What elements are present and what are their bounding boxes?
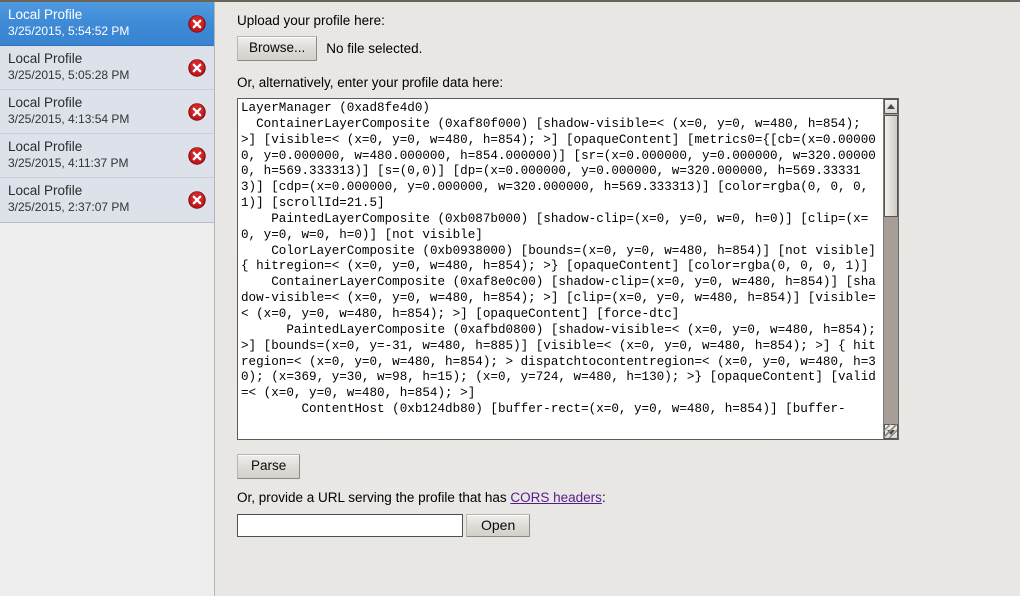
profile-sidebar: Local Profile 3/25/2015, 5:54:52 PM Local … xyxy=(0,2,215,596)
profile-title: Local Profile xyxy=(8,7,83,22)
profile-list-item[interactable]: Local Profile 3/25/2015, 4:13:54 PM xyxy=(0,90,214,134)
delete-profile-icon[interactable] xyxy=(188,58,206,77)
profile-title: Local Profile xyxy=(8,51,83,66)
parse-button[interactable]: Parse xyxy=(237,454,301,479)
profile-list-item[interactable]: Local Profile 3/25/2015, 5:54:52 PM xyxy=(0,2,214,46)
parse-row: Parse xyxy=(237,454,1020,479)
file-status-text: No file selected. xyxy=(326,41,423,56)
profile-date: 3/25/2015, 5:54:52 PM xyxy=(8,24,130,38)
scrollbar-thumb[interactable] xyxy=(884,115,898,217)
profile-list-item[interactable]: Local Profile 3/25/2015, 5:05:28 PM xyxy=(0,46,214,90)
profile-list-item[interactable]: Local Profile 3/25/2015, 4:11:37 PM xyxy=(0,134,214,178)
upload-label: Upload your profile here: xyxy=(237,13,385,28)
profile-textarea-wrapper xyxy=(237,98,899,440)
profile-date: 3/25/2015, 5:05:28 PM xyxy=(8,68,130,82)
profile-list-item[interactable]: Local Profile 3/25/2015, 2:37:07 PM xyxy=(0,178,214,222)
file-upload-row: Browse... No file selected. xyxy=(237,36,1020,61)
scrollbar-up-button[interactable] xyxy=(884,99,898,114)
profile-list: Local Profile 3/25/2015, 5:54:52 PM Local … xyxy=(0,2,214,223)
profile-title: Local Profile xyxy=(8,183,83,198)
profile-date: 3/25/2015, 4:13:54 PM xyxy=(8,112,130,126)
browse-button[interactable]: Browse... xyxy=(237,36,318,61)
textarea-label: Or, alternatively, enter your profile da… xyxy=(237,75,504,90)
url-row: Open xyxy=(237,514,1020,537)
delete-profile-icon[interactable] xyxy=(188,191,206,209)
profile-title: Local Profile xyxy=(8,139,83,154)
url-input[interactable] xyxy=(237,514,463,537)
delete-profile-icon[interactable] xyxy=(188,14,206,33)
cors-headers-link[interactable]: CORS headers xyxy=(510,490,602,505)
profile-date: 3/25/2015, 2:37:07 PM xyxy=(8,200,130,214)
profile-date: 3/25/2015, 4:11:37 PM xyxy=(8,156,129,170)
profile-title: Local Profile xyxy=(8,95,83,110)
main-panel: Upload your profile here: Browse... No f… xyxy=(215,2,1020,596)
url-label-after: : xyxy=(601,490,606,505)
textarea-scrollbar[interactable] xyxy=(883,99,898,439)
app-root: Local Profile 3/25/2015, 5:54:52 PM Local … xyxy=(0,0,1020,596)
chevron-up-icon xyxy=(887,103,895,109)
textarea-resize-handle[interactable] xyxy=(883,424,897,438)
url-label-before: Or, provide a URL serving the profile th… xyxy=(237,490,511,505)
url-label: Or, provide a URL serving the profile th… xyxy=(237,489,1020,507)
delete-profile-icon[interactable] xyxy=(188,102,206,121)
open-button[interactable]: Open xyxy=(466,514,531,537)
profile-data-textarea[interactable] xyxy=(238,99,884,439)
delete-profile-icon[interactable] xyxy=(188,146,206,165)
